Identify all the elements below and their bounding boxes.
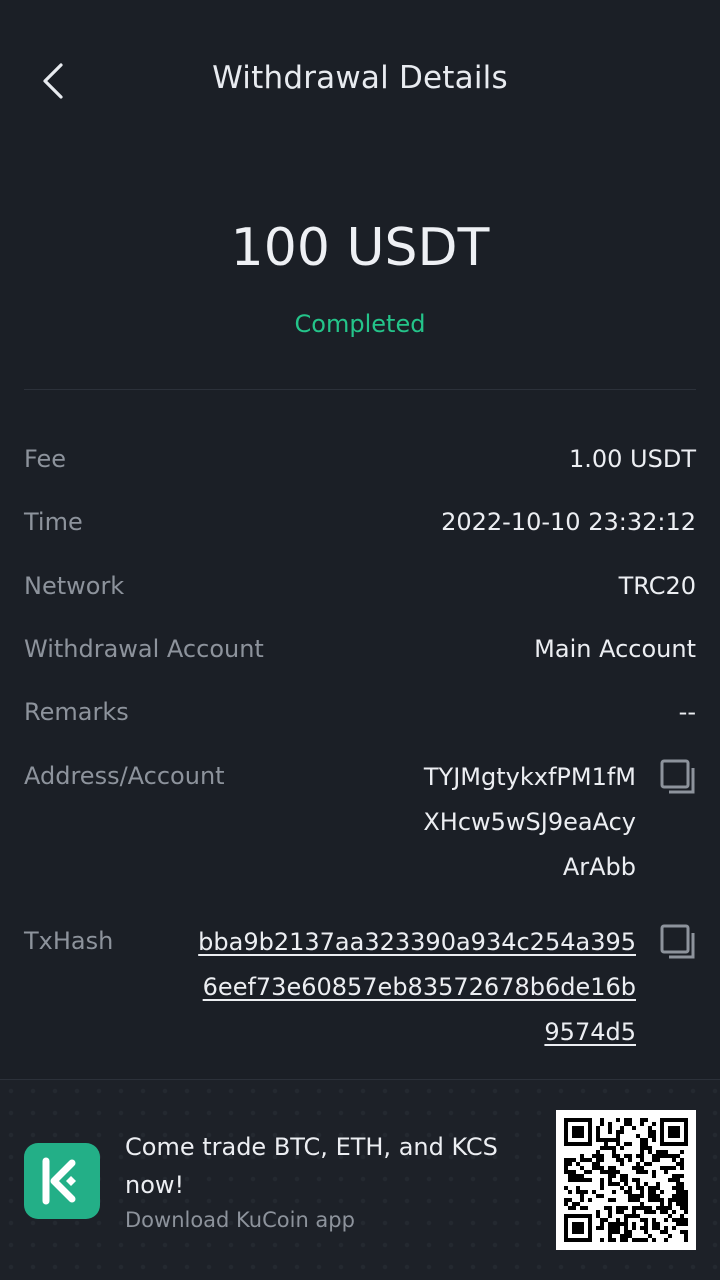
- address-line: XHcw5wSJ9eaAcy: [423, 808, 636, 836]
- txhash-row: TxHash bba9b2137aa323390a934c254a395 6ee…: [24, 924, 696, 1062]
- promo-text: Come trade BTC, ETH, and KCS now!: [125, 1133, 498, 1199]
- copy-txhash-button[interactable]: [660, 924, 696, 960]
- time-value: 2022-10-10 23:32:12: [441, 508, 696, 536]
- fee-row: Fee 1.00 USDT: [24, 445, 696, 475]
- copy-address-button[interactable]: [660, 759, 696, 795]
- txhash-line: 9574d5: [544, 1018, 636, 1046]
- address-line: TYJMgtykxfPM1fM: [423, 763, 636, 791]
- copy-icon: [660, 924, 695, 959]
- network-row: Network TRC20: [24, 572, 696, 602]
- address-value: TYJMgtykxfPM1fM XHcw5wSJ9eaAcy ArAbb: [423, 762, 636, 897]
- time-row: Time 2022-10-10 23:32:12: [24, 508, 696, 538]
- download-app-text: Download KuCoin app: [125, 1208, 355, 1232]
- qr-code-icon: [556, 1110, 696, 1250]
- time-label: Time: [24, 508, 83, 536]
- address-line: ArAbb: [562, 853, 636, 881]
- withdrawal-amount: 100 USDT: [230, 218, 490, 278]
- fee-value: 1.00 USDT: [568, 445, 696, 473]
- withdrawal-account-value: Main Account: [534, 635, 696, 663]
- network-label: Network: [24, 572, 125, 600]
- txhash-label: TxHash: [24, 927, 114, 955]
- withdrawal-account-label: Withdrawal Account: [24, 635, 264, 663]
- header: Withdrawal Details: [0, 0, 720, 160]
- fee-label: Fee: [24, 445, 67, 473]
- kucoin-logo-icon: [24, 1143, 100, 1219]
- withdrawal-account-row: Withdrawal Account Main Account: [24, 635, 696, 665]
- divider: [24, 389, 696, 390]
- withdrawal-details-screen: Withdrawal Details 100 USDT Completed Fe…: [0, 0, 720, 1280]
- copy-icon: [660, 759, 695, 794]
- download-app-banner: Come trade BTC, ETH, and KCS now! Downlo…: [0, 1079, 720, 1280]
- network-value: TRC20: [618, 572, 696, 600]
- address-label: Address/Account: [24, 762, 225, 790]
- remarks-value: --: [678, 698, 696, 726]
- address-row: Address/Account TYJMgtykxfPM1fM XHcw5wSJ…: [24, 759, 696, 897]
- status-badge: Completed: [294, 310, 426, 338]
- remarks-row: Remarks --: [24, 698, 696, 728]
- remarks-label: Remarks: [24, 698, 129, 726]
- txhash-line: 6eef73e60857eb83572678b6de16b: [202, 973, 636, 1001]
- txhash-link[interactable]: bba9b2137aa323390a934c254a395 6eef73e608…: [198, 927, 636, 1062]
- page-title: Withdrawal Details: [212, 60, 508, 96]
- txhash-line: bba9b2137aa323390a934c254a395: [198, 928, 636, 956]
